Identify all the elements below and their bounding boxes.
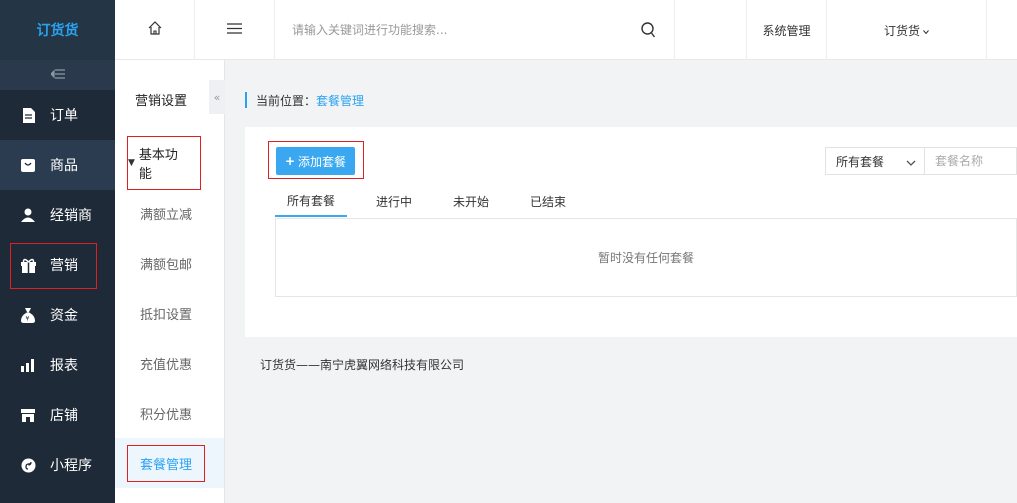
breadcrumb-prefix: 当前位置： [256,93,317,108]
function-search [275,0,675,60]
system-management-link[interactable]: 系统管理 [747,0,827,60]
footer-copyright: 订货货——南宁虎翼网络科技有限公司 [260,358,465,372]
package-status-select[interactable]: 所有套餐 [825,147,925,175]
app-logo[interactable]: 订货货 [0,0,115,60]
home-icon [148,21,162,39]
submenu-item-points[interactable]: 积分优惠 [115,388,224,438]
submenu-group-label: 基本功能 [138,148,178,182]
empty-state: 暂时没有任何套餐 [275,218,1017,297]
tab-ended[interactable]: 已结束 [518,185,578,217]
nav-item-products[interactable]: 商品 [0,140,115,190]
chevron-down-icon [923,23,929,37]
nav-item-dealers[interactable]: 经销商 [0,190,115,240]
store-icon [20,407,36,423]
submenu-item-free-shipping[interactable]: 满额包邮 [115,238,224,288]
nav-item-reports[interactable]: 报表 [0,340,115,390]
select-value: 所有套餐 [836,154,885,169]
add-package-button[interactable]: + 添加套餐 [276,147,355,175]
nav-label: 小程序 [50,458,92,474]
search-icon[interactable] [641,22,656,42]
user-name: 订货货 [883,23,920,38]
nav-label: 资金 [50,308,78,324]
double-chevron-left-icon: « [213,90,221,104]
topbar-spacer [675,0,747,60]
nav-label: 营销 [50,258,78,274]
main-sidebar: 订货货 订单 商品 经销商 营销 ¥ 资金 报表 店铺 小程序 [0,0,115,503]
breadcrumb: 当前位置： 套餐管理 [245,92,364,108]
add-button-highlight: + 添加套餐 [268,141,364,179]
package-list-card: + 添加套餐 所有套餐 所有套餐 进行中 未开始 已结束 暂时没有任何套餐 [245,127,1017,337]
collapse-list-icon [49,68,65,82]
tab-in-progress[interactable]: 进行中 [364,185,424,217]
function-search-input[interactable] [292,23,622,37]
breadcrumb-current[interactable]: 套餐管理 [316,92,364,109]
gift-icon [20,257,36,273]
chevron-down-icon [906,156,916,170]
user-menu[interactable]: 订货货 [827,0,987,60]
bar-chart-icon [20,357,36,373]
submenu-item-full-reduction[interactable]: 满额立减 [115,188,224,238]
nav-item-marketing[interactable]: 营销 [0,240,115,290]
package-name-input[interactable] [925,147,1017,175]
top-bar: 系统管理 订货货 [115,0,1017,60]
submenu-title: 营销设置 [135,93,188,109]
tab-all-packages[interactable]: 所有套餐 [275,185,348,217]
nav-label: 商品 [50,158,78,174]
nav-item-store[interactable]: 店铺 [0,390,115,440]
plus-icon: + [284,154,296,168]
caret-down-icon: ▼ [128,158,135,168]
nav-item-mini-program[interactable]: 小程序 [0,440,115,490]
sidebar-collapse-button[interactable] [0,60,115,90]
tab-not-started[interactable]: 未开始 [441,185,501,217]
marketing-submenu: 营销设置 « ▼ 基本功能 满额立减 满额包邮 抵扣设置 充值优惠 积分优惠 套… [115,60,225,503]
nav-label: 店铺 [50,408,78,424]
menu-toggle-button[interactable] [195,0,275,60]
hamburger-menu-icon [227,22,242,38]
shopping-bag-icon [20,157,36,173]
nav-label: 经销商 [50,208,92,224]
add-package-label: 添加套餐 [298,154,347,169]
submenu-group-basic[interactable]: ▼ 基本功能 [115,136,224,190]
nav-item-funds[interactable]: ¥ 资金 [0,290,115,340]
submenu-item-deduction[interactable]: 抵扣设置 [115,288,224,338]
empty-state-text: 暂时没有任何套餐 [597,251,694,265]
nav-item-orders[interactable]: 订单 [0,90,115,140]
money-bag-icon: ¥ [20,307,36,323]
submenu-collapse-button[interactable]: « [209,80,225,114]
submenu-item-label: 套餐管理 [127,444,206,482]
document-icon [20,107,36,123]
mini-program-icon [20,457,36,473]
nav-label: 报表 [50,358,78,374]
nav-label: 订单 [50,108,78,124]
user-icon [20,207,36,223]
package-tabs: 所有套餐 进行中 未开始 已结束 [275,185,595,217]
submenu-item-recharge[interactable]: 充值优惠 [115,338,224,388]
home-button[interactable] [115,0,195,60]
svg-text:¥: ¥ [26,315,30,322]
submenu-item-package-management[interactable]: 套餐管理 [115,438,224,488]
